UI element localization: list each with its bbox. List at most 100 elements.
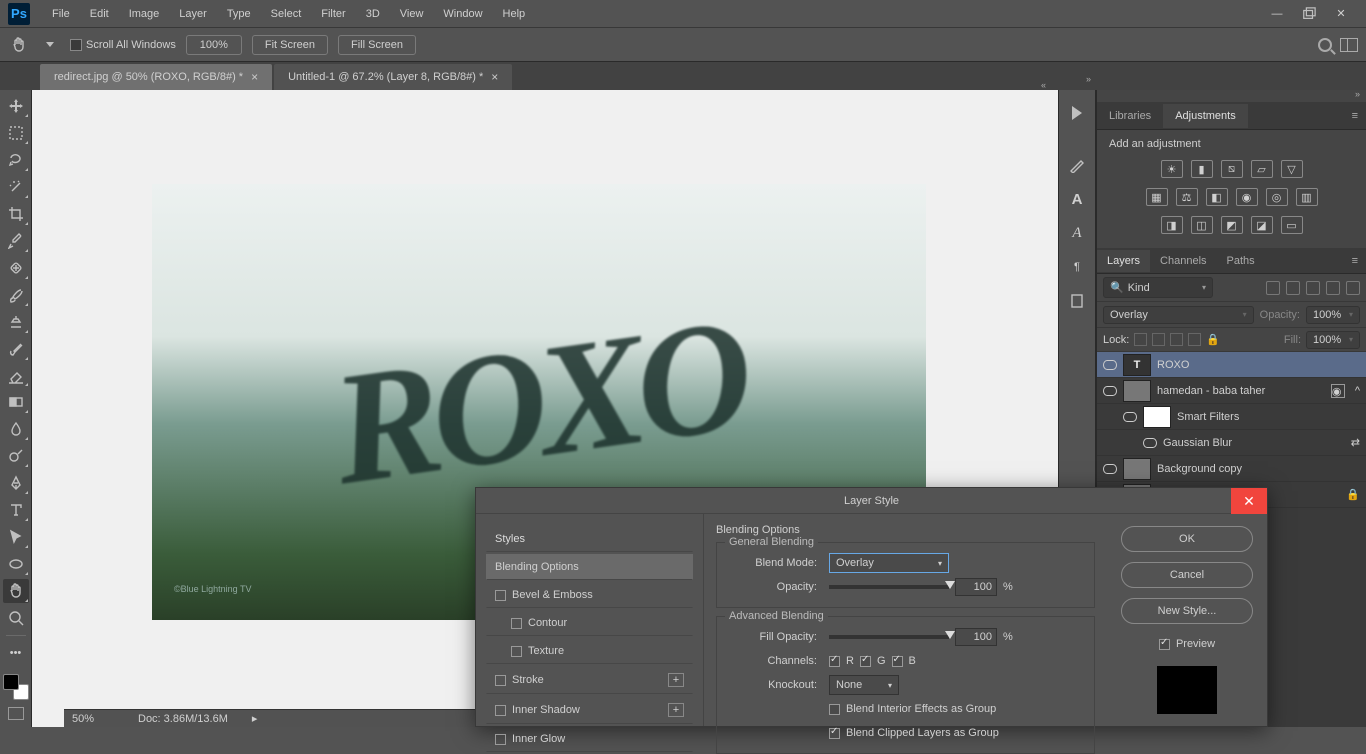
lasso-tool[interactable] <box>3 148 29 172</box>
inner-shadow-item[interactable]: Inner Shadow+ <box>486 696 693 724</box>
fill-opacity-input[interactable]: 100 <box>955 628 997 646</box>
balance-icon[interactable]: ⚖ <box>1176 188 1198 206</box>
window-minimize[interactable]: — <box>1270 7 1284 21</box>
menu-type[interactable]: Type <box>217 4 261 24</box>
clone-stamp-tool[interactable] <box>3 310 29 334</box>
search-icon[interactable] <box>1318 38 1332 52</box>
edit-toolbar[interactable]: ••• <box>3 641 29 665</box>
brightness-icon[interactable]: ☀ <box>1161 160 1183 178</box>
document-tab-1[interactable]: redirect.jpg @ 50% (ROXO, RGB/8#) * × <box>40 64 272 90</box>
layer-row[interactable]: Gaussian Blur ⇄ <box>1097 430 1366 456</box>
filter-kind-select[interactable]: 🔍 Kind▾ <box>1103 277 1213 298</box>
menu-filter[interactable]: Filter <box>311 4 355 24</box>
visibility-icon[interactable] <box>1123 410 1137 424</box>
magic-wand-tool[interactable] <box>3 175 29 199</box>
color-swatches[interactable] <box>3 674 29 700</box>
shape-tool[interactable] <box>3 552 29 576</box>
blending-options-item[interactable]: Blending Options <box>486 554 693 580</box>
lock-artboard-icon[interactable] <box>1188 333 1201 346</box>
blend-clipped-check[interactable] <box>829 728 840 739</box>
levels-icon[interactable]: ▮ <box>1191 160 1213 178</box>
actions-panel-icon[interactable] <box>1063 98 1091 128</box>
vibrance-icon[interactable]: ▽ <box>1281 160 1303 178</box>
filter-options-icon[interactable]: ⇄ <box>1351 436 1360 449</box>
tab-layers[interactable]: Layers <box>1097 250 1150 272</box>
filter-shape-icon[interactable] <box>1326 281 1340 295</box>
visibility-icon[interactable] <box>1103 462 1117 476</box>
lock-paint-icon[interactable] <box>1152 333 1165 346</box>
channel-mix-icon[interactable]: ◎ <box>1266 188 1288 206</box>
collapse-panels-icon[interactable]: » <box>1355 89 1360 99</box>
note-panel-icon[interactable] <box>1063 286 1091 316</box>
stroke-item[interactable]: Stroke+ <box>486 666 693 694</box>
arrange-docs-icon[interactable] <box>1340 38 1358 52</box>
marquee-tool[interactable] <box>3 121 29 145</box>
layer-row[interactable]: Smart Filters <box>1097 404 1366 430</box>
crop-tool[interactable] <box>3 202 29 226</box>
type-tool[interactable] <box>3 498 29 522</box>
filter-adjust-icon[interactable] <box>1286 281 1300 295</box>
dialog-title-bar[interactable]: Layer Style ✕ <box>476 488 1267 514</box>
blend-mode-select[interactable]: Overlay▾ <box>829 553 949 573</box>
tool-preset-dropdown[interactable] <box>46 42 54 47</box>
path-select-tool[interactable] <box>3 525 29 549</box>
layer-row[interactable]: Background copy <box>1097 456 1366 482</box>
fill-opacity-slider[interactable] <box>829 635 949 639</box>
knockout-select[interactable]: None▾ <box>829 675 899 695</box>
panel-menu-icon[interactable]: ≡ <box>1344 110 1366 122</box>
exposure-icon[interactable]: ▱ <box>1251 160 1273 178</box>
visibility-icon[interactable] <box>1103 358 1117 372</box>
filter-type-icon[interactable] <box>1306 281 1320 295</box>
menu-3d[interactable]: 3D <box>356 4 390 24</box>
dialog-close-button[interactable]: ✕ <box>1231 488 1267 514</box>
add-icon[interactable]: + <box>668 703 684 717</box>
history-brush-tool[interactable] <box>3 337 29 361</box>
lock-transparent-icon[interactable] <box>1134 333 1147 346</box>
new-style-button[interactable]: New Style... <box>1121 598 1253 624</box>
blend-mode-select[interactable]: Overlay▾ <box>1103 306 1254 324</box>
lookup-icon[interactable]: ▥ <box>1296 188 1318 206</box>
inner-glow-item[interactable]: Inner Glow <box>486 726 693 752</box>
expand-icon[interactable]: ^ <box>1355 385 1360 397</box>
window-maximize[interactable] <box>1302 7 1316 21</box>
posterize-icon[interactable]: ◫ <box>1191 216 1213 234</box>
healing-brush-tool[interactable] <box>3 256 29 280</box>
contour-item[interactable]: Contour <box>486 610 693 636</box>
channel-g-check[interactable] <box>860 656 871 667</box>
curves-icon[interactable]: ⧅ <box>1221 160 1243 178</box>
channel-b-check[interactable] <box>892 656 903 667</box>
status-arrow-icon[interactable]: ▸ <box>252 712 258 725</box>
opacity-input[interactable]: 100 <box>955 578 997 596</box>
menu-view[interactable]: View <box>390 4 434 24</box>
glyphs-panel-icon[interactable]: A <box>1063 218 1091 248</box>
zoom-field[interactable]: 100% <box>186 35 242 55</box>
preview-check[interactable]: Preview <box>1121 638 1253 650</box>
brush-tool[interactable] <box>3 283 29 307</box>
pen-tool[interactable] <box>3 471 29 495</box>
opacity-field[interactable]: 100%▾ <box>1306 306 1360 324</box>
filter-pixel-icon[interactable] <box>1266 281 1280 295</box>
add-icon[interactable]: + <box>668 673 684 687</box>
close-icon[interactable]: × <box>491 70 498 84</box>
fit-screen-button[interactable]: Fit Screen <box>252 35 328 55</box>
opacity-slider[interactable] <box>829 585 949 589</box>
gradient-tool[interactable] <box>3 390 29 414</box>
styles-header[interactable]: Styles <box>486 526 693 552</box>
blend-interior-check[interactable] <box>829 704 840 715</box>
tab-libraries[interactable]: Libraries <box>1097 104 1163 128</box>
scroll-all-windows-check[interactable]: Scroll All Windows <box>70 39 176 51</box>
bevel-item[interactable]: Bevel & Emboss <box>486 582 693 608</box>
menu-select[interactable]: Select <box>261 4 312 24</box>
paragraph-panel-icon[interactable]: ¶ <box>1063 252 1091 282</box>
menu-layer[interactable]: Layer <box>169 4 217 24</box>
move-tool[interactable] <box>3 94 29 118</box>
menu-image[interactable]: Image <box>119 4 170 24</box>
panel-menu-icon[interactable]: ≡ <box>1344 255 1366 267</box>
window-close[interactable]: ✕ <box>1334 7 1348 21</box>
eyedropper-tool[interactable] <box>3 229 29 253</box>
selcolor-icon[interactable]: ◪ <box>1251 216 1273 234</box>
layer-row[interactable]: hamedan - baba taher ◉ ^ <box>1097 378 1366 404</box>
gradient-map-icon[interactable]: ▭ <box>1281 216 1303 234</box>
zoom-tool[interactable] <box>3 606 29 630</box>
bw-icon[interactable]: ◧ <box>1206 188 1228 206</box>
